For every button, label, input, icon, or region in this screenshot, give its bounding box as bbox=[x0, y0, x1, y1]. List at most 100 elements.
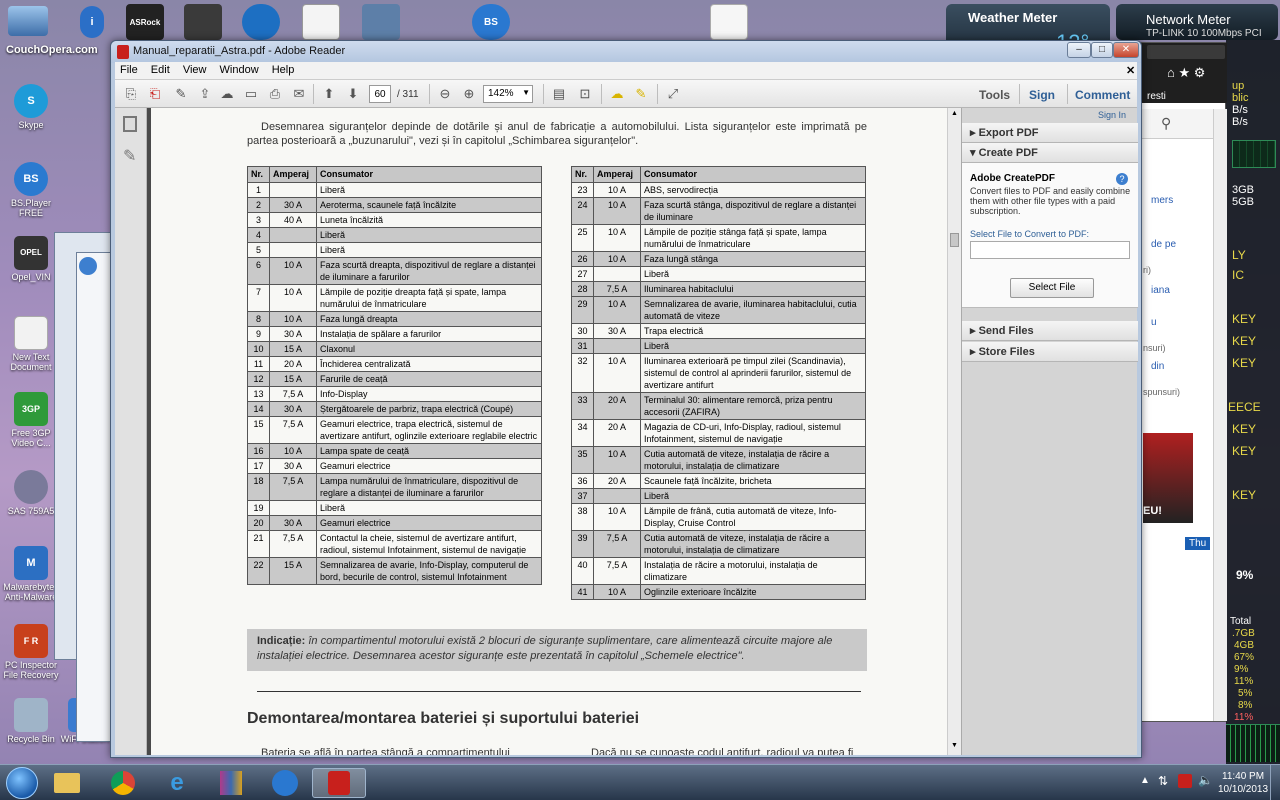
adobe-tray-icon[interactable] bbox=[1178, 774, 1192, 788]
reader-titlebar[interactable]: Manual_reparatii_Astra.pdf - Adobe Reade… bbox=[111, 41, 1141, 63]
fuse-row: 40 7,5 A Instalația de răcire a motorului,… bbox=[571, 557, 866, 585]
browser-fragment-5[interactable]: iana bbox=[1151, 285, 1170, 296]
desktop-top-icon-computer[interactable] bbox=[8, 6, 48, 36]
browser-fragment-3[interactable]: de pe bbox=[1151, 239, 1176, 250]
email-icon[interactable]: ✉ bbox=[289, 84, 309, 104]
select-file-button[interactable]: Select File bbox=[1010, 278, 1094, 298]
document-scrollbar[interactable]: ▲ ▼ bbox=[947, 108, 961, 755]
store-files-section[interactable]: ▸ Store Files bbox=[962, 342, 1138, 362]
taskbar-explorer[interactable] bbox=[40, 768, 94, 798]
create-pdf-section[interactable]: ▾ Create PDF bbox=[962, 143, 1138, 163]
menu-file[interactable]: File bbox=[115, 62, 143, 78]
desktop-icon-bsplayer[interactable]: BS BS.Player FREE bbox=[0, 162, 62, 218]
desktop-icon-new-text[interactable]: New Text Document bbox=[0, 316, 62, 372]
browser-window-controls[interactable] bbox=[1147, 45, 1225, 59]
zoom-value: 142% bbox=[488, 88, 514, 99]
show-hidden-icons[interactable]: ▲ bbox=[1140, 775, 1150, 786]
browser-fragment-8[interactable]: din bbox=[1151, 361, 1164, 372]
attachments-icon[interactable]: ✎ bbox=[123, 146, 136, 166]
document-view[interactable]: Desemnarea siguranțelor depinde de dotăr… bbox=[147, 108, 947, 755]
start-button[interactable] bbox=[6, 767, 38, 799]
fit-width-icon[interactable]: ⊡ bbox=[575, 84, 595, 104]
export-pdf-section[interactable]: ▸ Export PDF bbox=[962, 123, 1138, 143]
edit-icon[interactable]: ✎ bbox=[171, 84, 191, 104]
fuse-row: 18 7,5 A Lampa numărului de înmatriculare,… bbox=[247, 473, 542, 501]
desktop-icon-3gp[interactable]: 3GP Free 3GP Video C... bbox=[0, 392, 62, 448]
taskbar-chrome[interactable] bbox=[96, 768, 150, 798]
counter-strike-icon[interactable] bbox=[184, 4, 222, 40]
sticky-note-icon[interactable]: ☁ bbox=[607, 84, 627, 104]
background-browser-window[interactable]: ⌂ ★ ⚙ resti ⚲ mers de pe ri) iana u nsur… bbox=[1138, 42, 1227, 722]
fuse-consumer: Lămpile de frână, cutia automată de vite… bbox=[640, 503, 866, 531]
clock-time[interactable]: 11:40 PM bbox=[1222, 771, 1264, 782]
minimize-button[interactable]: – bbox=[1067, 42, 1091, 58]
close-button[interactable]: ✕ bbox=[1113, 42, 1139, 58]
asrock-icon[interactable]: ASRock bbox=[126, 4, 164, 40]
close-document-icon[interactable]: ✕ bbox=[1121, 62, 1140, 79]
page-thumbnails-icon[interactable] bbox=[123, 116, 137, 132]
sign-button[interactable]: Sign bbox=[1029, 88, 1055, 102]
back-button-icon[interactable] bbox=[79, 257, 97, 275]
desktop-icon-opel[interactable]: OPEL Opel_VIN bbox=[0, 236, 62, 282]
previous-page-icon[interactable]: ⬆ bbox=[319, 84, 339, 104]
menu-edit[interactable]: Edit bbox=[146, 62, 175, 78]
help-icon[interactable]: ? bbox=[1116, 173, 1128, 185]
print-icon[interactable]: ⎙ bbox=[265, 84, 285, 104]
fit-page-icon[interactable]: ▤ bbox=[549, 84, 569, 104]
clock-date[interactable]: 10/10/2013 bbox=[1218, 784, 1268, 795]
taskbar-internet-explorer[interactable]: e bbox=[150, 768, 204, 798]
desktop-icon-malwarebytes[interactable]: M Malwarebytes Anti-Malware bbox=[0, 546, 62, 602]
upload-cloud-icon[interactable]: ☁ bbox=[217, 84, 237, 104]
menu-window[interactable]: Window bbox=[215, 62, 264, 78]
browser-fragment-2[interactable]: mers bbox=[1151, 195, 1173, 206]
menu-help[interactable]: Help bbox=[267, 62, 300, 78]
sign-in-link[interactable]: Sign In bbox=[1098, 110, 1126, 120]
browser-search-icon[interactable]: ⚲ bbox=[1161, 115, 1171, 132]
share-icon[interactable]: ⇪ bbox=[195, 84, 215, 104]
network-setup-icon[interactable] bbox=[362, 4, 400, 40]
combine-icon[interactable]: ⎗ bbox=[145, 84, 165, 104]
next-page-icon[interactable]: ⬇ bbox=[343, 84, 363, 104]
full-screen-icon[interactable]: ⤢ bbox=[663, 84, 683, 104]
taskbar-bsplayer[interactable] bbox=[258, 768, 312, 798]
document-icon[interactable] bbox=[302, 4, 340, 40]
zoom-in-icon[interactable]: ⊕ bbox=[459, 84, 479, 104]
fuse-row: 6 10 A Faza scurtă dreapta, dispozitivul d… bbox=[247, 257, 542, 285]
maximize-button[interactable]: □ bbox=[1091, 42, 1113, 58]
desktop-icon-pc-inspector[interactable]: F R PC Inspector File Recovery bbox=[0, 624, 62, 680]
taskbar-winrar[interactable] bbox=[204, 768, 258, 798]
desktop-icon-sas[interactable]: SAS 759A5 bbox=[0, 470, 62, 516]
browser-scrollbar[interactable] bbox=[1213, 109, 1227, 721]
scroll-thumb[interactable] bbox=[950, 233, 959, 247]
create-icon[interactable]: ⎘ bbox=[121, 84, 141, 104]
highlight-icon[interactable]: ✎ bbox=[631, 84, 651, 104]
chevron-down-icon[interactable]: ▼ bbox=[522, 88, 530, 97]
browser-fragment-6[interactable]: u bbox=[1151, 317, 1157, 328]
comment-button[interactable]: Comment bbox=[1075, 88, 1130, 102]
desktop-icon-skype[interactable]: S Skype bbox=[0, 84, 62, 130]
desktop-icon-recycle-bin[interactable]: Recycle Bin bbox=[0, 698, 62, 744]
taskbar-adobe-reader[interactable] bbox=[312, 768, 366, 798]
bsplayer-top-icon[interactable]: BS bbox=[472, 4, 510, 40]
volume-icon[interactable]: 🔈 bbox=[1198, 773, 1213, 787]
registry-icon[interactable] bbox=[242, 4, 280, 40]
send-files-section[interactable]: ▸ Send Files bbox=[962, 321, 1138, 341]
page-number-input[interactable] bbox=[369, 85, 391, 103]
fuse-consumer: Magazia de CD-uri, Info-Display, radioul… bbox=[640, 419, 866, 447]
tools-button[interactable]: Tools bbox=[979, 88, 1010, 102]
desktop-top-icon-info[interactable]: i bbox=[80, 6, 104, 38]
show-desktop-button[interactable] bbox=[1270, 765, 1280, 800]
scroll-down-icon[interactable]: ▼ bbox=[951, 742, 958, 749]
scroll-up-icon[interactable]: ▲ bbox=[951, 110, 958, 117]
file-path-input[interactable] bbox=[970, 241, 1130, 259]
browser-home-icon[interactable]: ⌂ ★ ⚙ bbox=[1167, 65, 1205, 81]
network-gadget[interactable]: Network Meter TP-LINK 10 100Mbps PCI bbox=[1116, 4, 1278, 40]
adobe-reader-window[interactable]: Manual_reparatii_Astra.pdf - Adobe Reade… bbox=[110, 40, 1142, 758]
zoom-out-icon[interactable]: ⊖ bbox=[435, 84, 455, 104]
text-file-top-icon[interactable] bbox=[710, 4, 748, 40]
save-icon[interactable]: ▭ bbox=[241, 84, 261, 104]
menu-view[interactable]: View bbox=[178, 62, 212, 78]
select-file-link[interactable]: Select File to Convert to PDF: bbox=[970, 229, 1089, 239]
zoom-select[interactable]: 142% ▼ bbox=[483, 85, 533, 103]
network-tray-icon[interactable]: ⇅ bbox=[1158, 774, 1168, 788]
